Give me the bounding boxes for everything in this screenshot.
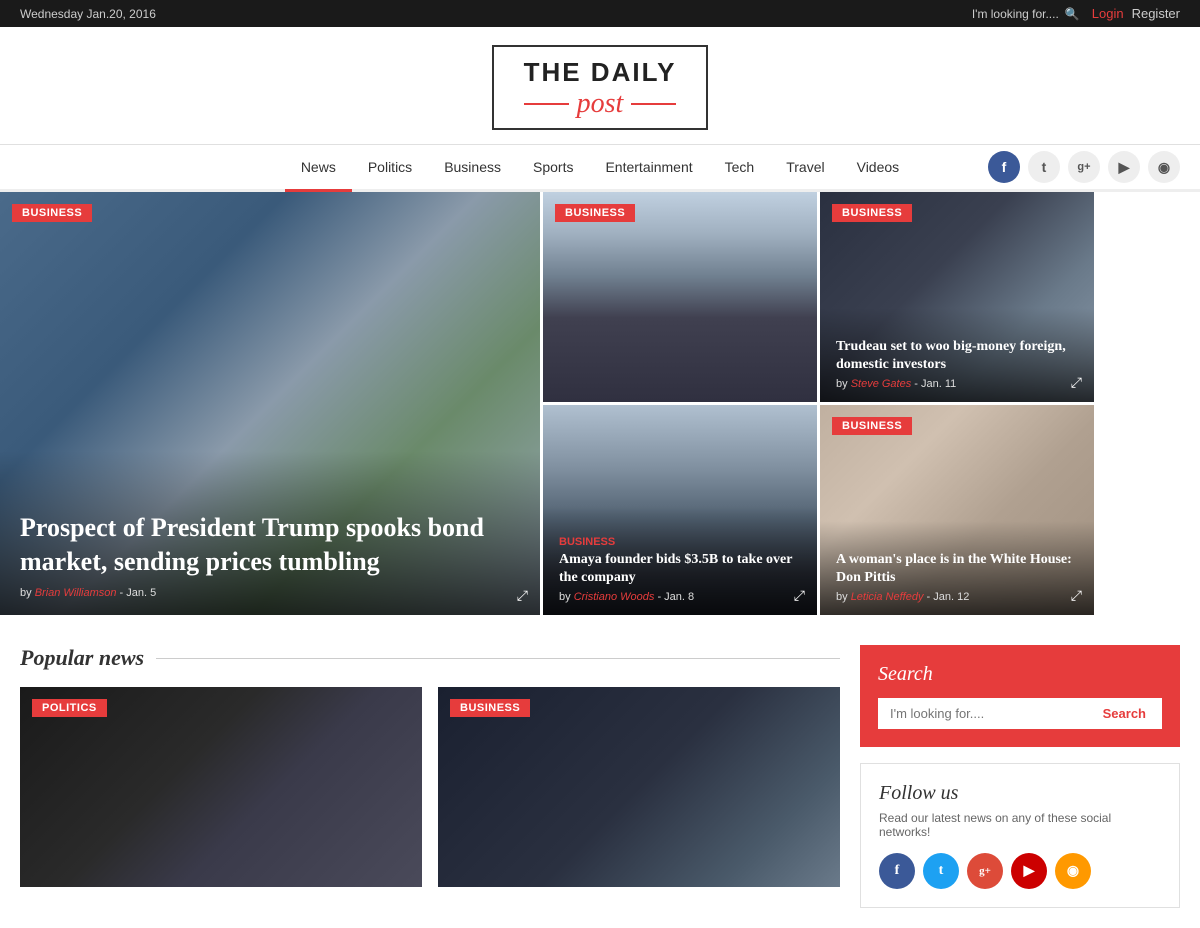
search-widget: Search Search bbox=[860, 645, 1180, 747]
popular-item-politics[interactable]: Politics bbox=[20, 687, 422, 887]
login-link[interactable]: Login bbox=[1092, 6, 1124, 21]
hero-right-top-meta: by Steve Gates - Jan. 11 bbox=[836, 378, 1078, 390]
main-content: Popular news Politics Business Search Se… bbox=[0, 615, 1200, 928]
hero-main-date: Jan. 5 bbox=[126, 587, 156, 599]
hero-right-bottom-share-icon[interactable]: ⤢ bbox=[1071, 589, 1082, 605]
hero-main-article[interactable]: Business Prospect of President Trump spo… bbox=[0, 192, 540, 615]
hero-main-title: Prospect of President Trump spooks bond … bbox=[20, 511, 520, 579]
hero-right-bottom-caption: A woman's place is in the White House: D… bbox=[820, 521, 1094, 615]
top-bar: Wednesday Jan.20, 2016 I'm looking for..… bbox=[0, 0, 1200, 27]
hero-right-bottom-article[interactable]: Business A woman's place is in the White… bbox=[820, 405, 1094, 615]
main-nav: News Politics Business Sports Entertainm… bbox=[0, 145, 1200, 192]
logo-top: THE DAILY bbox=[524, 57, 677, 88]
search-icon[interactable]: 🔍 bbox=[1065, 7, 1080, 21]
top-bar-right: I'm looking for.... 🔍 Login Register bbox=[972, 6, 1180, 21]
hero-mid-bottom-date: Jan. 8 bbox=[664, 591, 694, 603]
hero-mid-top-image bbox=[543, 192, 817, 402]
nav-link-business[interactable]: Business bbox=[428, 145, 517, 189]
hero-right-bottom-author: Leticia Neffedy bbox=[851, 591, 924, 603]
follow-description: Read our latest news on any of these soc… bbox=[879, 811, 1161, 839]
popular-business-image bbox=[438, 687, 840, 887]
hero-main-category: Business bbox=[12, 204, 92, 222]
hero-main-meta: by Brian Williamson - Jan. 5 bbox=[20, 587, 520, 599]
hero-main-caption: Prospect of President Trump spooks bond … bbox=[0, 451, 540, 615]
nav-link-videos[interactable]: Videos bbox=[841, 145, 916, 189]
nav-item-sports[interactable]: Sports bbox=[517, 145, 589, 189]
popular-politics-image bbox=[20, 687, 422, 887]
nav-link-news[interactable]: News bbox=[285, 145, 352, 189]
search-input[interactable] bbox=[878, 698, 1087, 729]
hero-main-author: Brian Williamson bbox=[35, 587, 117, 599]
popular-grid: Politics Business bbox=[20, 687, 840, 887]
search-text[interactable]: I'm looking for.... bbox=[972, 7, 1059, 21]
hero-mid-bottom-article[interactable]: Business Amaya founder bids $3.5B to tak… bbox=[543, 405, 817, 615]
hero-mid-top-article[interactable]: Business bbox=[543, 192, 817, 402]
logo-bottom: post bbox=[524, 88, 677, 120]
content-left: Popular news Politics Business bbox=[20, 645, 840, 908]
nav-link-travel[interactable]: Travel bbox=[770, 145, 840, 189]
nav-link-politics[interactable]: Politics bbox=[352, 145, 428, 189]
nav-social: f t g+ ▶ ◉ bbox=[988, 151, 1180, 183]
nav-item-politics[interactable]: Politics bbox=[352, 145, 428, 189]
top-bar-search[interactable]: I'm looking for.... 🔍 bbox=[972, 7, 1080, 21]
nav-rss-icon[interactable]: ◉ bbox=[1148, 151, 1180, 183]
hero-right-bottom-title: A woman's place is in the White House: D… bbox=[836, 551, 1078, 587]
popular-news-title: Popular news bbox=[20, 645, 840, 671]
hero-right-bottom-meta: by Leticia Neffedy - Jan. 12 bbox=[836, 591, 1078, 603]
logo-box[interactable]: THE DAILY post bbox=[492, 45, 709, 130]
nav-twitter-icon[interactable]: t bbox=[1028, 151, 1060, 183]
nav-link-sports[interactable]: Sports bbox=[517, 145, 589, 189]
hero-right-bottom-category: Business bbox=[832, 417, 912, 435]
nav-item-travel[interactable]: Travel bbox=[770, 145, 840, 189]
nav-item-news[interactable]: News bbox=[285, 145, 352, 192]
hero-right-top-author: Steve Gates bbox=[851, 378, 912, 390]
nav-item-tech[interactable]: Tech bbox=[709, 145, 771, 189]
hero-right-top-category: Business bbox=[832, 204, 912, 222]
follow-facebook-icon[interactable]: f bbox=[879, 853, 915, 889]
hero-right-top-date: Jan. 11 bbox=[921, 378, 956, 390]
popular-politics-badge: Politics bbox=[32, 699, 107, 717]
sidebar: Search Search Follow us Read our latest … bbox=[860, 645, 1180, 908]
hero-mid-bottom-meta: by Cristiano Woods - Jan. 8 bbox=[559, 591, 801, 603]
popular-item-business[interactable]: Business bbox=[438, 687, 840, 887]
search-input-row: Search bbox=[878, 698, 1162, 729]
site-header: THE DAILY post bbox=[0, 27, 1200, 145]
logo-italic: post bbox=[577, 88, 624, 120]
hero-main-share-icon[interactable]: ⤢ bbox=[517, 589, 528, 605]
search-button[interactable]: Search bbox=[1087, 698, 1162, 729]
register-link[interactable]: Register bbox=[1132, 6, 1180, 21]
follow-twitter-icon[interactable]: t bbox=[923, 853, 959, 889]
hero-mid-bottom-author: Cristiano Woods bbox=[574, 591, 655, 603]
follow-youtube-icon[interactable]: ▶ bbox=[1011, 853, 1047, 889]
nav-item-business[interactable]: Business bbox=[428, 145, 517, 189]
hero-mid-bottom-share-icon[interactable]: ⤢ bbox=[794, 589, 805, 605]
auth-links: Login Register bbox=[1092, 6, 1180, 21]
nav-facebook-icon[interactable]: f bbox=[988, 151, 1020, 183]
follow-rss-icon[interactable]: ◉ bbox=[1055, 853, 1091, 889]
nav-link-tech[interactable]: Tech bbox=[709, 145, 771, 189]
date-label: Wednesday Jan.20, 2016 bbox=[20, 7, 156, 21]
nav-link-entertainment[interactable]: Entertainment bbox=[589, 145, 708, 189]
hero-right-top-article[interactable]: Business Trudeau set to woo big-money fo… bbox=[820, 192, 1094, 402]
popular-business-badge: Business bbox=[450, 699, 530, 717]
hero-right-top-share-icon[interactable]: ⤢ bbox=[1071, 376, 1082, 392]
search-widget-title: Search bbox=[878, 663, 1162, 686]
nav-item-videos[interactable]: Videos bbox=[841, 145, 916, 189]
follow-title: Follow us bbox=[879, 782, 1161, 805]
hero-mid-bottom-caption: Business Amaya founder bids $3.5B to tak… bbox=[543, 506, 817, 615]
hero-mid-bottom-cat-label: Business bbox=[559, 536, 801, 548]
nav-item-entertainment[interactable]: Entertainment bbox=[589, 145, 708, 189]
hero-mid-bottom-title: Amaya founder bids $3.5B to take over th… bbox=[559, 551, 801, 587]
follow-icons: f t g+ ▶ ◉ bbox=[879, 853, 1161, 889]
follow-widget: Follow us Read our latest news on any of… bbox=[860, 763, 1180, 908]
follow-googleplus-icon[interactable]: g+ bbox=[967, 853, 1003, 889]
nav-googleplus-icon[interactable]: g+ bbox=[1068, 151, 1100, 183]
nav-youtube-icon[interactable]: ▶ bbox=[1108, 151, 1140, 183]
hero-grid: Business Prospect of President Trump spo… bbox=[0, 192, 1200, 615]
hero-right-top-title: Trudeau set to woo big-money foreign, do… bbox=[836, 338, 1078, 374]
hero-right-bottom-date: Jan. 12 bbox=[933, 591, 969, 603]
hero-right-top-caption: Trudeau set to woo big-money foreign, do… bbox=[820, 308, 1094, 402]
hero-mid-top-category: Business bbox=[555, 204, 635, 222]
